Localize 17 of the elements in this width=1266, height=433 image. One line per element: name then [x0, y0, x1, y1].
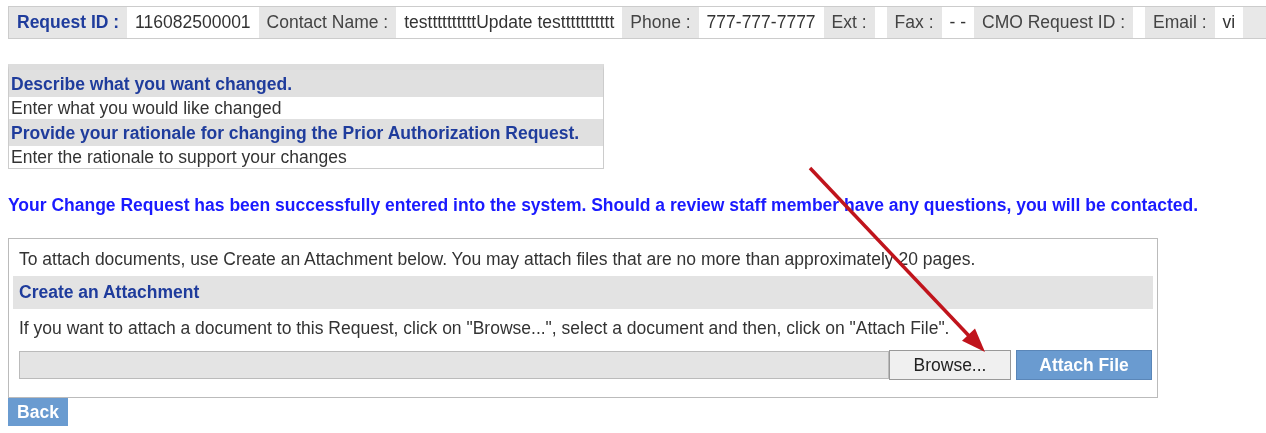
attachment-heading: Create an Attachment	[13, 276, 1153, 309]
section-text: Enter what you would like changed	[10, 97, 283, 119]
field-value: 777-777-7777	[698, 7, 824, 38]
field-value: 116082500001	[127, 7, 259, 38]
success-message: Your Change Request has been successfully entered into the system. Should a review staff member have any questions, you will be contacted.	[8, 195, 1199, 216]
section-heading: Provide your rationale for changing the Prior Authorization Request.	[9, 119, 603, 146]
file-path-field[interactable]	[19, 351, 889, 379]
section-heading: Describe what you want changed.	[9, 70, 603, 97]
back-button[interactable]: Back	[8, 398, 68, 426]
section-text: Enter the rationale to support your changes	[10, 146, 348, 168]
attachment-instructions: If you want to attach a document to this Request, click on "Browse...", select a document and then, click on "Attach File".	[18, 317, 951, 340]
field-value: - -	[941, 7, 975, 38]
browse-button[interactable]: Browse...	[889, 350, 1011, 380]
field-value: vi	[1214, 7, 1244, 38]
empty-value-cell	[1133, 7, 1145, 38]
attach-file-button[interactable]: Attach File	[1016, 350, 1152, 380]
field-value: testtttttttttUpdate testtttttttttt	[396, 7, 623, 38]
